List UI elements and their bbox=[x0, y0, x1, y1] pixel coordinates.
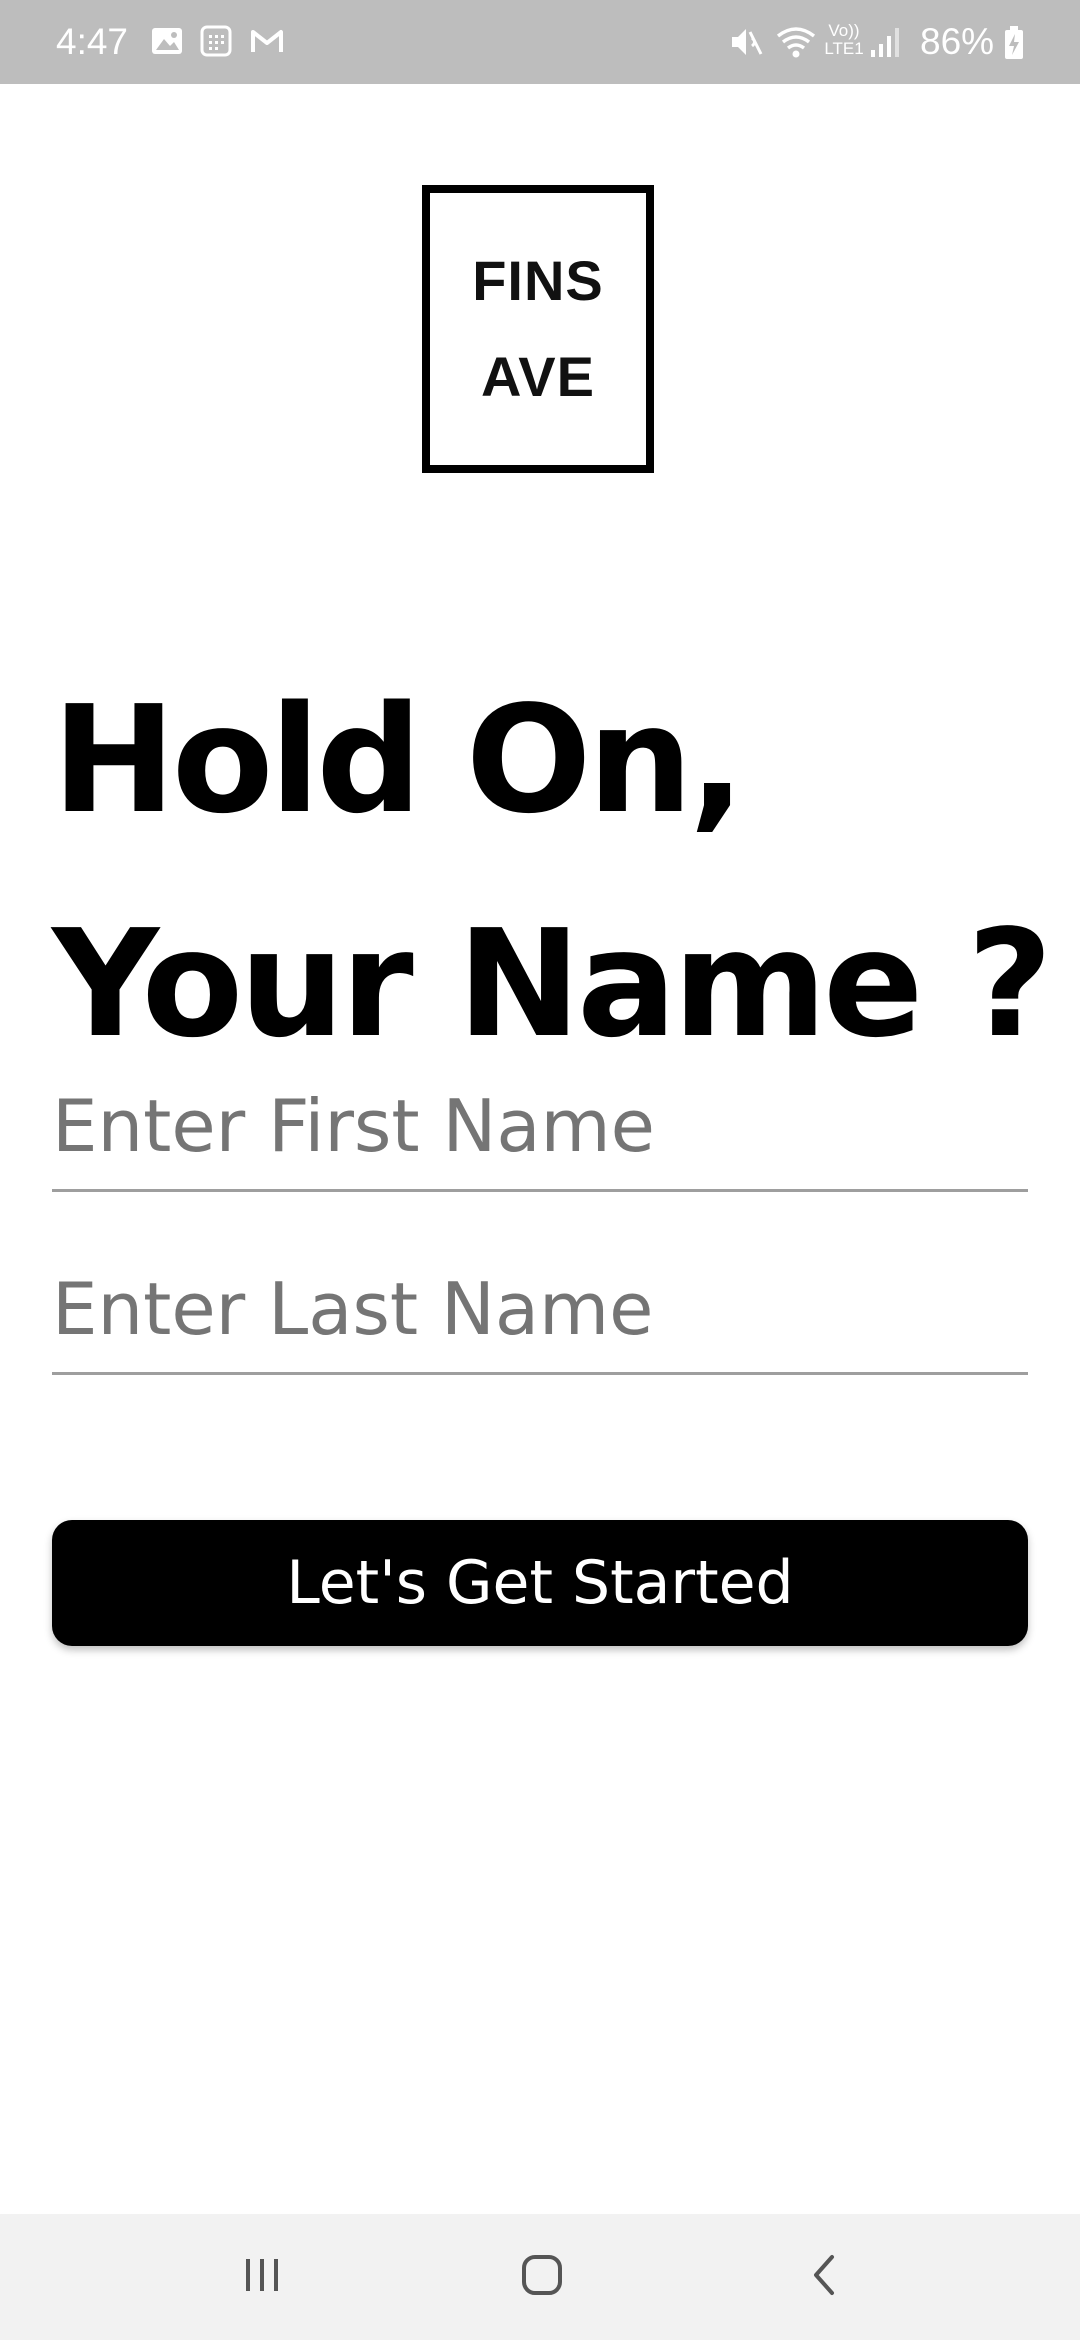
get-started-button[interactable]: Let's Get Started bbox=[52, 1520, 1028, 1646]
first-name-field bbox=[52, 1062, 1028, 1192]
last-name-input[interactable] bbox=[52, 1245, 1028, 1372]
gallery-icon bbox=[150, 24, 184, 62]
logo-text-line2: AVE bbox=[481, 345, 595, 408]
gmail-icon bbox=[249, 24, 285, 62]
back-icon bbox=[802, 2251, 846, 2303]
calendar-icon bbox=[199, 24, 233, 62]
recent-apps-icon bbox=[240, 2253, 284, 2301]
system-nav-bar bbox=[0, 2214, 1080, 2340]
signal-icon bbox=[868, 24, 904, 64]
mute-icon bbox=[728, 24, 764, 64]
wifi-icon bbox=[774, 24, 818, 64]
home-icon bbox=[518, 2251, 566, 2303]
battery-charging-icon bbox=[1004, 26, 1024, 64]
battery-percent: 86% bbox=[920, 21, 995, 62]
volte-label-top: Vo)) bbox=[828, 21, 860, 40]
recent-apps-button[interactable] bbox=[182, 2214, 342, 2340]
volte-label-bottom: LTE1 bbox=[824, 39, 864, 58]
back-button[interactable] bbox=[744, 2214, 904, 2340]
logo-text-line1: FINS bbox=[472, 249, 604, 312]
volte-icon: Vo)) LTE1 bbox=[822, 22, 866, 58]
status-bar: 4:47 Vo)) LTE1 86% bbox=[0, 0, 1080, 84]
last-name-field bbox=[52, 1245, 1028, 1375]
home-button[interactable] bbox=[462, 2214, 622, 2340]
title-line1: Hold On, bbox=[52, 674, 745, 846]
first-name-input[interactable] bbox=[52, 1062, 1028, 1189]
app-logo: FINS AVE bbox=[422, 185, 654, 473]
status-time: 4:47 bbox=[56, 21, 129, 62]
page-title: Hold On, Your Name ? bbox=[52, 648, 1053, 1096]
